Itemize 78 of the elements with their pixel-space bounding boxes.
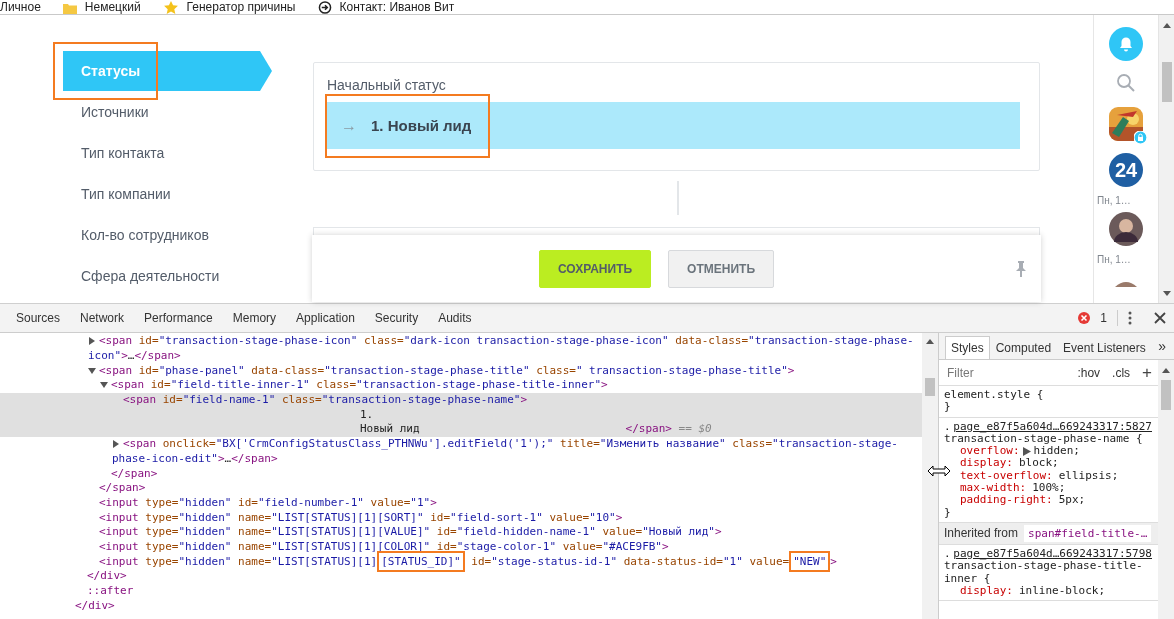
css-property: display: bbox=[960, 584, 1013, 598]
css-property: text-overflow: bbox=[960, 469, 1053, 483]
new-rule-glyph[interactable]: + bbox=[1142, 362, 1152, 383]
stage-name: 1. Новый лид bbox=[371, 117, 472, 134]
code-line: ::after bbox=[87, 584, 134, 599]
code-line: <input type="hidden" name="LIST[STATUS][1][SORT]" id="field-sort-1" value="10"> bbox=[99, 510, 623, 525]
code-line: <span id="phase-panel" data-class="transaction-stage-phase-title" class=" transaction-stage-phase-title"> bbox=[99, 363, 795, 378]
devtools-tab[interactable]: Performance bbox=[144, 311, 213, 325]
css-property: overflow: bbox=[960, 445, 1020, 458]
css-property: max-width: bbox=[960, 482, 1027, 495]
selected-row[interactable]: 1. bbox=[0, 407, 922, 423]
code-line: <input type="hidden" name="LIST[STATUS][1][VALUE]" id="field-hidden-name-1" value="Новый лид"> bbox=[99, 525, 722, 540]
arrow-glyph: → bbox=[341, 116, 357, 135]
cancel-button[interactable]: ОТМЕНИТЬ bbox=[668, 249, 774, 288]
css-selector: element.style { bbox=[944, 388, 1044, 401]
nav-item[interactable]: Тип компании bbox=[63, 174, 272, 214]
status-stage[interactable]: → 1. Новый лид bbox=[327, 102, 1020, 149]
code-line: <span id="field-name-1" class="transaction-stage-phase-name"> bbox=[123, 393, 527, 408]
code-line: <span id="field-title-inner-1" class="transaction-stage-phase-title-inner"> bbox=[111, 378, 608, 393]
code-line: Новый лид </span> == $0 bbox=[360, 422, 712, 437]
css-brace: } bbox=[944, 505, 951, 519]
code-line: phase-icon-edit">…</span> bbox=[112, 451, 278, 466]
cls-toggle[interactable]: .cls bbox=[1112, 365, 1131, 380]
css-property: padding-right: bbox=[960, 494, 1053, 507]
selected-row[interactable]: <span id="field-name-1" class="transaction-stage-phase-name"> bbox=[0, 392, 922, 408]
code-line: <input type="hidden" id="field-number-1" value="1"> bbox=[99, 495, 437, 510]
devtools-tab[interactable]: Audits bbox=[438, 311, 472, 325]
css-selector: transaction-stage-phase-name { bbox=[944, 431, 1143, 445]
css-brace: } bbox=[944, 400, 951, 414]
bookmark-link[interactable]: Генератор причины bbox=[186, 1, 296, 14]
code-line: icon">…</span> bbox=[88, 349, 181, 364]
source-link[interactable]: page_e87f5a604d…669243317:5827 bbox=[953, 420, 1152, 433]
filter-field[interactable]: Filter bbox=[945, 364, 1066, 381]
chat-date: Пн, 1… bbox=[1097, 254, 1131, 265]
css-value: 100%; bbox=[1032, 482, 1066, 495]
nav-item[interactable]: Кол-во сотрудников bbox=[63, 215, 272, 255]
devtools-tab[interactable]: Sources bbox=[16, 311, 61, 325]
code-line: <span onclick="BX['CrmConfigStatusClass_PTHNWu'].editField('1');" title="Изменить название" class="transaction-stage- bbox=[123, 437, 898, 452]
devtools-tab[interactable]: Application bbox=[296, 311, 355, 325]
devtools-tab[interactable]: Memory bbox=[232, 311, 277, 325]
code-line: </div> bbox=[75, 598, 115, 613]
css-value: ellipsis; bbox=[1058, 469, 1119, 483]
bookmark-link[interactable]: Немецкий bbox=[84, 1, 141, 14]
code-line: 1. bbox=[360, 407, 374, 422]
bookmark-link[interactable]: Контакт: Иванов Вит bbox=[339, 1, 455, 14]
hov-toggle[interactable]: :hov bbox=[1077, 365, 1101, 380]
inherited-element-link[interactable]: span#field-title-… bbox=[1024, 524, 1152, 542]
css-value: 5px; bbox=[1058, 494, 1086, 507]
devtools-tab[interactable]: Security bbox=[374, 311, 419, 325]
css-property: display: bbox=[960, 457, 1013, 470]
save-button[interactable]: СОХРАНИТЬ bbox=[539, 249, 652, 288]
styles-tab[interactable]: Styles bbox=[945, 336, 990, 359]
source-link[interactable]: page_e87f5a604d…669243317:5798 bbox=[953, 547, 1152, 561]
selected-row[interactable]: Новый лид </span> == $0 bbox=[0, 422, 922, 437]
nav-item[interactable]: Тип контакта bbox=[63, 133, 272, 173]
chat-date: Пн, 1… bbox=[1097, 195, 1131, 206]
nav-item[interactable]: Сфера деятельности bbox=[63, 256, 272, 296]
css-value: inline-block; bbox=[1019, 584, 1106, 598]
code-line: </div> bbox=[87, 569, 127, 584]
bookmark-link[interactable]: Личное bbox=[0, 1, 41, 14]
code-line: </span> bbox=[111, 466, 158, 481]
error-count[interactable]: 1 bbox=[1100, 311, 1107, 325]
css-value: hidden; bbox=[1033, 445, 1080, 458]
selector-dot: . bbox=[944, 420, 951, 433]
devtools-tab[interactable]: Network bbox=[80, 311, 125, 325]
card-label: Начальный статус bbox=[327, 77, 447, 93]
more-tabs-glyph[interactable]: » bbox=[1158, 338, 1166, 354]
styles-tab[interactable]: Computed bbox=[989, 336, 1058, 359]
chat-counter[interactable]: 24 bbox=[1109, 153, 1143, 187]
nav-item[interactable]: Источники bbox=[63, 92, 272, 132]
css-value: block; bbox=[1019, 457, 1059, 470]
selector-dot: . bbox=[944, 547, 951, 561]
code-line: </span> bbox=[99, 481, 146, 496]
styles-tab[interactable]: Event Listeners bbox=[1057, 336, 1152, 359]
code-line: <input type="hidden" name="LIST[STATUS][1][COLOR]" id="stage-color-1" value="#ACE9FB"> bbox=[99, 539, 669, 554]
code-line: <span id="transaction-stage-phase-icon" class="dark-icon transaction-stage-phase-icon" data-class="transaction-stage-phase- bbox=[99, 334, 914, 349]
inherited-label: Inherited from bbox=[944, 526, 1019, 541]
code-line: <input type="hidden" name="LIST[STATUS][1] [STATUS_ID]" id="stage-status-id-1" data-status-id="1" value= "NEW" > bbox=[99, 554, 837, 569]
